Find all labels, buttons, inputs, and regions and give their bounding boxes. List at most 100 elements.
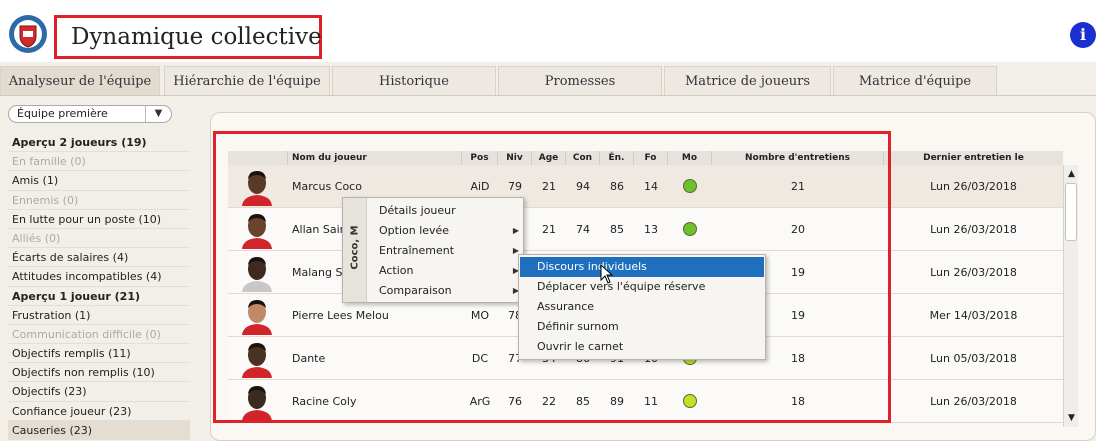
submenu-item-move-to-reserves[interactable]: Déplacer vers l'équipe réserve bbox=[520, 277, 764, 297]
cell-age: 22 bbox=[542, 395, 556, 408]
menu-item-action[interactable]: Action ▶ bbox=[379, 261, 519, 281]
sidebar-item[interactable]: Objectifs non remplis (10) bbox=[8, 363, 190, 383]
action-submenu: Discours individuels Déplacer vers l'équ… bbox=[518, 254, 766, 360]
title-highlight-frame: Dynamique collective bbox=[54, 15, 322, 59]
tab-divider bbox=[0, 95, 1096, 96]
header-niv[interactable]: Niv bbox=[498, 151, 532, 165]
player-avatar bbox=[242, 343, 272, 378]
sidebar-item: Aperçu 1 joueur (21) bbox=[8, 287, 190, 306]
menu-item-label: Comparaison bbox=[379, 284, 452, 297]
header-age[interactable]: Age bbox=[532, 151, 566, 165]
squad-select[interactable]: Équipe première ▼ bbox=[8, 105, 172, 123]
cell-last: Lun 26/03/2018 bbox=[930, 395, 1017, 408]
header-photo bbox=[228, 151, 288, 165]
cell-con: 94 bbox=[576, 180, 590, 193]
info-icon[interactable]: i bbox=[1070, 22, 1096, 48]
cell-pos: DC bbox=[471, 352, 489, 365]
cell-last: Lun 26/03/2018 bbox=[930, 266, 1017, 279]
menu-item-comparison[interactable]: Comparaison ▶ bbox=[379, 281, 519, 301]
cell-talks: 20 bbox=[791, 223, 805, 236]
cell-niv: 76 bbox=[508, 395, 522, 408]
menu-item-label: Option levée bbox=[379, 224, 450, 237]
cell-en: 86 bbox=[610, 180, 624, 193]
cell-talks: 18 bbox=[791, 395, 805, 408]
sidebar-item[interactable]: En famille (0) bbox=[8, 152, 190, 172]
header-en[interactable]: Én. bbox=[600, 151, 634, 165]
cell-last: Mer 14/03/2018 bbox=[929, 309, 1018, 322]
cell-last: Lun 26/03/2018 bbox=[930, 223, 1017, 236]
sidebar-item[interactable]: Alliés (0) bbox=[8, 229, 190, 249]
club-crest-icon bbox=[9, 15, 47, 53]
scrollbar-thumb[interactable] bbox=[1065, 183, 1077, 241]
triangle-right-icon: ▶ bbox=[512, 226, 519, 235]
tab-history[interactable]: Historique bbox=[332, 66, 496, 96]
cell-last: Lun 05/03/2018 bbox=[930, 352, 1017, 365]
page-title: Dynamique collective bbox=[71, 24, 322, 50]
top-bar: Dynamique collective i bbox=[0, 0, 1096, 62]
cell-pos: ArG bbox=[469, 395, 491, 408]
sidebar-item[interactable]: Objectifs remplis (11) bbox=[8, 344, 190, 364]
menu-item-player-details[interactable]: Détails joueur bbox=[379, 201, 519, 221]
sidebar-item: Aperçu 2 joueurs (19) bbox=[8, 133, 190, 153]
cell-en: 85 bbox=[610, 223, 624, 236]
sidebar-item[interactable]: Communication difficile (0) bbox=[8, 325, 190, 345]
sidebar-item[interactable]: Amis (1) bbox=[8, 171, 190, 191]
tab-team-analyser[interactable]: Analyseur de l'équipe bbox=[0, 66, 160, 96]
menu-item-label: Action bbox=[379, 264, 414, 277]
submenu-item-open-notebook[interactable]: Ouvrir le carnet bbox=[520, 337, 764, 357]
header-talks[interactable]: Nombre d'entretiens bbox=[712, 151, 884, 165]
menu-item-label: Entraînement bbox=[379, 244, 455, 257]
player-avatar bbox=[242, 214, 272, 249]
context-menu: Coco, M Détails joueur Option levée ▶ En… bbox=[342, 197, 524, 303]
sidebar-item[interactable]: Causeries (23) bbox=[8, 420, 190, 440]
sidebar-item[interactable]: Objectifs (23) bbox=[8, 382, 190, 402]
player-avatar bbox=[242, 257, 272, 292]
tab-promises[interactable]: Promesses bbox=[498, 66, 662, 96]
sidebar-item[interactable]: Ennemis (0) bbox=[8, 191, 190, 210]
tab-team-hierarchy[interactable]: Hiérarchie de l'équipe bbox=[164, 66, 330, 96]
sidebar-item[interactable]: Confiance joueur (23) bbox=[8, 402, 190, 421]
cell-en: 89 bbox=[610, 395, 624, 408]
header-name[interactable]: Nom du joueur bbox=[288, 151, 462, 165]
player-avatar bbox=[242, 386, 272, 421]
cell-fo: 13 bbox=[644, 223, 658, 236]
header-fo[interactable]: Fo bbox=[634, 151, 668, 165]
sidebar: Équipe première ▼ Aperçu 2 joueurs (19) E… bbox=[0, 100, 196, 441]
chevron-down-icon[interactable]: ▼ bbox=[145, 106, 171, 122]
player-avatar bbox=[242, 171, 272, 206]
tab-team-matrix[interactable]: Matrice d'équipe bbox=[833, 66, 997, 96]
table-scrollbar[interactable]: ▲ ▼ bbox=[1063, 165, 1078, 427]
cell-fo: 14 bbox=[644, 180, 658, 193]
menu-item-option-exercised[interactable]: Option levée ▶ bbox=[379, 221, 519, 241]
triangle-down-icon[interactable]: ▼ bbox=[1065, 411, 1078, 425]
cell-age: 21 bbox=[542, 180, 556, 193]
header-con[interactable]: Con bbox=[566, 151, 600, 165]
header-mo[interactable]: Mo bbox=[668, 151, 712, 165]
table-row[interactable]: Racine Coly ArG 76 22 85 89 11 18 Lun 26/03/2018 bbox=[228, 380, 1063, 423]
player-avatar bbox=[242, 300, 272, 335]
triangle-up-icon[interactable]: ▲ bbox=[1065, 167, 1078, 181]
cell-con: 85 bbox=[576, 395, 590, 408]
header-last-talk[interactable]: Dernier entretien le bbox=[884, 151, 1063, 165]
morale-indicator bbox=[683, 179, 697, 193]
menu-item-training[interactable]: Entraînement ▶ bbox=[379, 241, 519, 261]
sidebar-item[interactable]: Frustration (1) bbox=[8, 306, 190, 325]
cell-last: Lun 26/03/2018 bbox=[930, 180, 1017, 193]
context-menu-player-label: Coco, M bbox=[349, 225, 361, 270]
sidebar-item[interactable]: Écarts de salaires (4) bbox=[8, 248, 190, 268]
submenu-item-insurance[interactable]: Assurance bbox=[520, 297, 764, 317]
cell-name: Racine Coly bbox=[292, 395, 357, 408]
submenu-item-individual-talks[interactable]: Discours individuels bbox=[520, 257, 764, 277]
tab-player-matrix[interactable]: Matrice de joueurs bbox=[664, 66, 831, 96]
squad-select-value: Équipe première bbox=[17, 107, 108, 120]
menu-item-label: Détails joueur bbox=[379, 204, 456, 217]
table-header: Nom du joueur Pos Niv Age Con Én. Fo Mo … bbox=[228, 151, 1063, 165]
mouse-pointer-icon bbox=[600, 264, 614, 284]
morale-indicator bbox=[683, 394, 697, 408]
header-pos[interactable]: Pos bbox=[462, 151, 498, 165]
cell-con: 74 bbox=[576, 223, 590, 236]
sidebar-item[interactable]: Attitudes incompatibles (4) bbox=[8, 267, 190, 287]
submenu-item-set-nickname[interactable]: Définir surnom bbox=[520, 317, 764, 337]
sidebar-item[interactable]: En lutte pour un poste (10) bbox=[8, 210, 190, 229]
cell-fo: 11 bbox=[644, 395, 658, 408]
